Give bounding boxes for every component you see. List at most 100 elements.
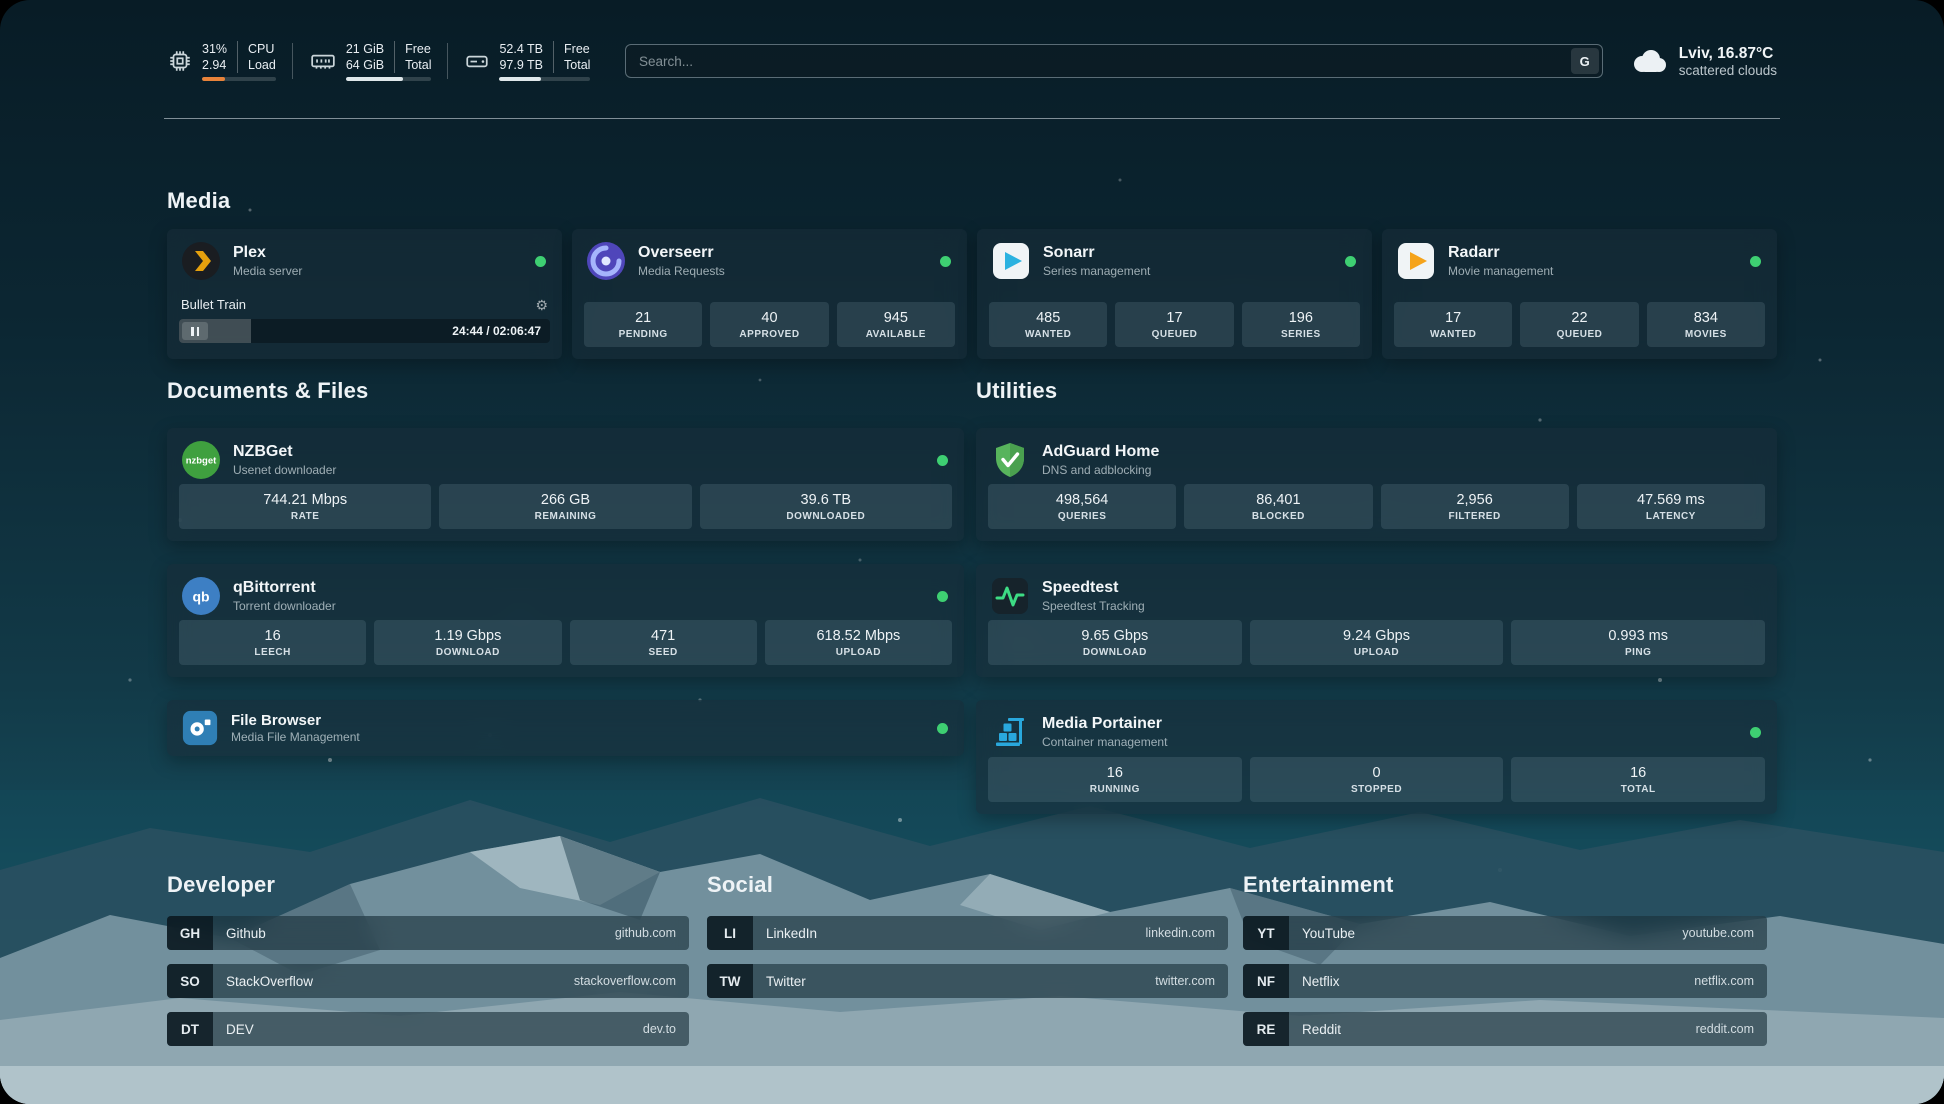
stat-value: 266 GB xyxy=(541,492,590,508)
app-card-speedtest[interactable]: Speedtest Speedtest Tracking 9.65 Gbps D… xyxy=(976,564,1777,677)
bookmark-icon: RE xyxy=(1243,1012,1289,1046)
ram-monitor: 21 GiB 64 GiB Free Total xyxy=(309,41,432,82)
bookmark-icon: GH xyxy=(167,916,213,950)
status-dot xyxy=(940,256,951,267)
stat-value: 39.6 TB xyxy=(801,492,852,508)
bookmark-name: Netflix xyxy=(1302,974,1340,989)
stat-label: LEECH xyxy=(254,647,290,658)
app-subtitle: Container management xyxy=(1042,735,1167,749)
ram-total-label: Total xyxy=(405,57,431,73)
stat-value: 196 xyxy=(1289,310,1313,326)
app-subtitle: Media server xyxy=(233,264,302,278)
stat-label: TOTAL xyxy=(1621,784,1656,795)
bookmark-twitter[interactable]: TW Twitter twitter.com xyxy=(707,964,1228,998)
adguard-shield-icon xyxy=(990,440,1030,480)
app-card-filebrowser[interactable]: File Browser Media File Management xyxy=(167,700,964,756)
cpu-load-label: Load xyxy=(248,57,276,73)
stat-label: RUNNING xyxy=(1090,784,1140,795)
app-name: Media Portainer xyxy=(1042,715,1167,733)
app-card-portainer[interactable]: Media Portainer Container management 16 … xyxy=(976,700,1777,814)
stat-value: 47.569 ms xyxy=(1637,492,1705,508)
disk-free-value: 52.4 TB xyxy=(499,41,543,57)
bookmark-icon: TW xyxy=(707,964,753,998)
stat-label: REMAINING xyxy=(535,511,597,522)
stat-box: 744.21 Mbps RATE xyxy=(179,484,431,529)
stat-box: 17 WANTED xyxy=(1394,302,1512,347)
stat-value: 744.21 Mbps xyxy=(263,492,347,508)
stat-box: 16 RUNNING xyxy=(988,757,1242,802)
app-card-adguard-home[interactable]: AdGuard Home DNS and adblocking 498,564 … xyxy=(976,428,1777,541)
stat-box: 0 STOPPED xyxy=(1250,757,1504,802)
speedtest-icon xyxy=(990,576,1030,616)
app-name: Speedtest xyxy=(1042,579,1145,597)
app-name: NZBGet xyxy=(233,443,336,461)
bookmark-stackoverflow[interactable]: SO StackOverflow stackoverflow.com xyxy=(167,964,689,998)
section-title-entertainment: Entertainment xyxy=(1243,872,1394,898)
app-card-overseerr[interactable]: Overseerr Media Requests 21 PENDING 40 A… xyxy=(572,229,967,359)
disk-total-label: Total xyxy=(564,57,590,73)
gear-icon[interactable]: ⚙ xyxy=(535,298,548,312)
status-dot xyxy=(1345,256,1356,267)
stat-box: 2,956 FILTERED xyxy=(1381,484,1569,529)
app-card-qbittorrent[interactable]: qb qBittorrent Torrent downloader 16 LEE… xyxy=(167,564,964,677)
status-dot xyxy=(1750,256,1761,267)
stat-label: STOPPED xyxy=(1351,784,1402,795)
stat-box: 1.19 Gbps DOWNLOAD xyxy=(374,620,561,665)
stat-label: PENDING xyxy=(619,329,668,340)
bookmark-name: StackOverflow xyxy=(226,974,313,989)
app-name: Radarr xyxy=(1448,244,1553,262)
disk-usage-fill xyxy=(499,77,541,81)
cloud-icon xyxy=(1629,47,1669,75)
app-name: AdGuard Home xyxy=(1042,443,1159,461)
qbittorrent-icon: qb xyxy=(181,576,221,616)
cpu-icon xyxy=(167,48,193,74)
svg-text:qb: qb xyxy=(192,589,209,605)
ram-free-value: 21 GiB xyxy=(346,41,384,57)
bookmark-name: Twitter xyxy=(766,974,806,989)
status-dot xyxy=(937,455,948,466)
bookmark-url: twitter.com xyxy=(1155,974,1215,988)
bookmark-icon: LI xyxy=(707,916,753,950)
stat-value: 16 xyxy=(1107,765,1123,781)
bookmark-netflix[interactable]: NF Netflix netflix.com xyxy=(1243,964,1767,998)
app-subtitle: Movie management xyxy=(1448,264,1553,278)
stat-label: DOWNLOADED xyxy=(786,511,865,522)
stat-label: MOVIES xyxy=(1685,329,1727,340)
app-name: Sonarr xyxy=(1043,244,1150,262)
app-card-nzbget[interactable]: nzbget NZBGet Usenet downloader 744.21 M… xyxy=(167,428,964,541)
stat-box: 0.993 ms PING xyxy=(1511,620,1765,665)
weather-location: Lviv, 16.87°C xyxy=(1679,45,1777,63)
search-bar: G xyxy=(625,44,1603,78)
stat-box: 47.569 ms LATENCY xyxy=(1577,484,1765,529)
stat-label: LATENCY xyxy=(1646,511,1696,522)
app-card-radarr[interactable]: Radarr Movie management 17 WANTED 22 QUE… xyxy=(1382,229,1777,359)
bookmark-url: youtube.com xyxy=(1682,926,1754,940)
bookmark-youtube[interactable]: YT YouTube youtube.com xyxy=(1243,916,1767,950)
bookmark-linkedin[interactable]: LI LinkedIn linkedin.com xyxy=(707,916,1228,950)
stat-value: 471 xyxy=(651,628,675,644)
bookmark-dev-to[interactable]: DT DEV dev.to xyxy=(167,1012,689,1046)
search-input[interactable] xyxy=(625,44,1603,78)
search-engine-button[interactable]: G xyxy=(1571,48,1599,74)
cpu-label: CPU xyxy=(248,41,276,57)
app-name: File Browser xyxy=(231,712,360,729)
cpu-load-value: 2.94 xyxy=(202,57,227,73)
plex-icon xyxy=(181,241,221,281)
bookmark-icon: DT xyxy=(167,1012,213,1046)
stat-box: 17 QUEUED xyxy=(1115,302,1233,347)
overseerr-icon xyxy=(586,241,626,281)
app-card-plex[interactable]: Plex Media server Bullet Train ⚙ 24:44 /… xyxy=(167,229,562,359)
playback-progress-bar[interactable]: 24:44 / 02:06:47 xyxy=(179,319,550,343)
stat-box: 21 PENDING xyxy=(584,302,702,347)
section-title-documents: Documents & Files xyxy=(167,378,368,404)
app-card-sonarr[interactable]: Sonarr Series management 485 WANTED 17 Q… xyxy=(977,229,1372,359)
bookmark-reddit[interactable]: RE Reddit reddit.com xyxy=(1243,1012,1767,1046)
weather-condition: scattered clouds xyxy=(1679,63,1777,78)
cpu-usage-bar xyxy=(202,77,276,81)
ram-usage-bar xyxy=(346,77,432,81)
bookmark-column-social: LI LinkedIn linkedin.com TW Twitter twit… xyxy=(707,916,1228,998)
bookmark-github[interactable]: GH Github github.com xyxy=(167,916,689,950)
app-name: Overseerr xyxy=(638,244,725,262)
ram-usage-fill xyxy=(346,77,403,81)
pause-button[interactable] xyxy=(182,322,208,340)
